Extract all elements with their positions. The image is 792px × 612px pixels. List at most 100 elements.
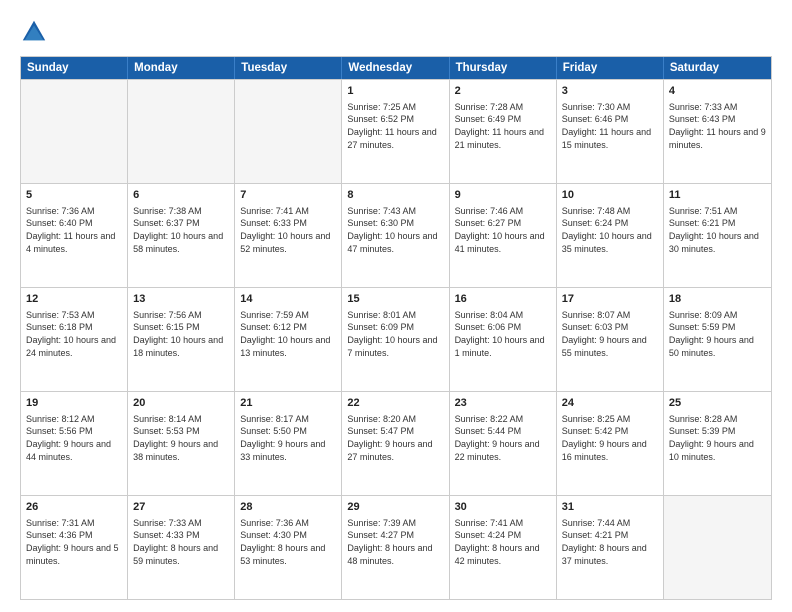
day-number: 3 [562,84,658,99]
calendar: SundayMondayTuesdayWednesdayThursdayFrid… [20,56,772,600]
cell-info: Sunrise: 7:36 AM Sunset: 6:40 PM Dayligh… [26,205,122,255]
cell-info: Sunrise: 7:33 AM Sunset: 6:43 PM Dayligh… [669,101,766,151]
day-number: 23 [455,396,551,411]
cal-cell: 21 Sunrise: 8:17 AM Sunset: 5:50 PM Dayli… [235,392,342,495]
day-number: 15 [347,292,443,307]
cell-info: Sunrise: 7:43 AM Sunset: 6:30 PM Dayligh… [347,205,443,255]
cell-info: Sunrise: 7:39 AM Sunset: 4:27 PM Dayligh… [347,517,443,567]
day-number: 30 [455,500,551,515]
cal-cell [21,80,128,183]
cal-cell: 2Sunrise: 7:28 AM Sunset: 6:49 PM Daylig… [450,80,557,183]
day-number: 29 [347,500,443,515]
cal-cell: 6Sunrise: 7:38 AM Sunset: 6:37 PM Daylig… [128,184,235,287]
cal-cell: 22Sunrise: 8:20 AM Sunset: 5:47 PM Dayli… [342,392,449,495]
cell-info: Sunrise: 7:33 AM Sunset: 4:33 PM Dayligh… [133,517,229,567]
day-number: 21 [240,396,336,411]
page: SundayMondayTuesdayWednesdayThursdayFrid… [0,0,792,612]
day-number: 4 [669,84,766,99]
cal-cell: 8Sunrise: 7:43 AM Sunset: 6:30 PM Daylig… [342,184,449,287]
cell-info: Sunrise: 8:28 AM Sunset: 5:39 PM Dayligh… [669,413,766,463]
cell-info: Sunrise: 8:17 AM Sunset: 5:50 PM Dayligh… [240,413,336,463]
cal-cell [235,80,342,183]
header [20,18,772,46]
cal-cell: 9 Sunrise: 7:46 AM Sunset: 6:27 PM Daylig… [450,184,557,287]
cell-info: Sunrise: 7:48 AM Sunset: 6:24 PM Dayligh… [562,205,658,255]
cal-cell: 10 Sunrise: 7:48 AM Sunset: 6:24 PM Dayli… [557,184,664,287]
cell-info: Sunrise: 8:01 AM Sunset: 6:09 PM Dayligh… [347,309,443,359]
cal-cell: 12Sunrise: 7:53 AM Sunset: 6:18 PM Dayli… [21,288,128,391]
header-day-wednesday: Wednesday [342,57,449,79]
cell-info: Sunrise: 7:25 AM Sunset: 6:52 PM Dayligh… [347,101,443,151]
cell-info: Sunrise: 7:51 AM Sunset: 6:21 PM Dayligh… [669,205,766,255]
week-row-4: 19 Sunrise: 8:12 AM Sunset: 5:56 PM Dayli… [21,391,771,495]
cal-cell: 7 Sunrise: 7:41 AM Sunset: 6:33 PM Daylig… [235,184,342,287]
cell-info: Sunrise: 7:46 AM Sunset: 6:27 PM Dayligh… [455,205,551,255]
cal-cell: 16 Sunrise: 8:04 AM Sunset: 6:06 PM Dayli… [450,288,557,391]
cal-cell: 24Sunrise: 8:25 AM Sunset: 5:42 PM Dayli… [557,392,664,495]
header-day-monday: Monday [128,57,235,79]
cell-info: Sunrise: 7:38 AM Sunset: 6:37 PM Dayligh… [133,205,229,255]
cell-info: Sunrise: 8:20 AM Sunset: 5:47 PM Dayligh… [347,413,443,463]
cal-cell: 15 Sunrise: 8:01 AM Sunset: 6:09 PM Dayli… [342,288,449,391]
header-day-sunday: Sunday [21,57,128,79]
cal-cell: 18 Sunrise: 8:09 AM Sunset: 5:59 PM Dayli… [664,288,771,391]
day-number: 27 [133,500,229,515]
cal-cell [664,496,771,599]
day-number: 7 [240,188,336,203]
cal-cell: 19 Sunrise: 8:12 AM Sunset: 5:56 PM Dayli… [21,392,128,495]
header-day-tuesday: Tuesday [235,57,342,79]
cal-cell: 13Sunrise: 7:56 AM Sunset: 6:15 PM Dayli… [128,288,235,391]
cal-cell: 26 Sunrise: 7:31 AM Sunset: 4:36 PM Dayli… [21,496,128,599]
day-number: 20 [133,396,229,411]
week-row-2: 5 Sunrise: 7:36 AM Sunset: 6:40 PM Daylig… [21,183,771,287]
day-number: 28 [240,500,336,515]
day-number: 17 [562,292,658,307]
cal-cell: 4 Sunrise: 7:33 AM Sunset: 6:43 PM Daylig… [664,80,771,183]
cell-info: Sunrise: 7:56 AM Sunset: 6:15 PM Dayligh… [133,309,229,359]
header-day-thursday: Thursday [450,57,557,79]
cell-info: Sunrise: 8:12 AM Sunset: 5:56 PM Dayligh… [26,413,122,463]
week-row-5: 26 Sunrise: 7:31 AM Sunset: 4:36 PM Dayli… [21,495,771,599]
cell-info: Sunrise: 8:09 AM Sunset: 5:59 PM Dayligh… [669,309,766,359]
logo [20,18,52,46]
day-number: 2 [455,84,551,99]
cal-cell: 11Sunrise: 7:51 AM Sunset: 6:21 PM Dayli… [664,184,771,287]
cal-cell: 31 Sunrise: 7:44 AM Sunset: 4:21 PM Dayli… [557,496,664,599]
cell-info: Sunrise: 7:53 AM Sunset: 6:18 PM Dayligh… [26,309,122,359]
calendar-header: SundayMondayTuesdayWednesdayThursdayFrid… [21,57,771,79]
day-number: 26 [26,500,122,515]
cal-cell: 14 Sunrise: 7:59 AM Sunset: 6:12 PM Dayli… [235,288,342,391]
day-number: 5 [26,188,122,203]
header-day-friday: Friday [557,57,664,79]
header-day-saturday: Saturday [664,57,771,79]
cal-cell: 20Sunrise: 8:14 AM Sunset: 5:53 PM Dayli… [128,392,235,495]
day-number: 16 [455,292,551,307]
cal-cell [128,80,235,183]
cell-info: Sunrise: 7:41 AM Sunset: 4:24 PM Dayligh… [455,517,551,567]
cal-cell: 28 Sunrise: 7:36 AM Sunset: 4:30 PM Dayli… [235,496,342,599]
cal-cell: 23 Sunrise: 8:22 AM Sunset: 5:44 PM Dayli… [450,392,557,495]
cell-info: Sunrise: 7:59 AM Sunset: 6:12 PM Dayligh… [240,309,336,359]
cell-info: Sunrise: 7:44 AM Sunset: 4:21 PM Dayligh… [562,517,658,567]
day-number: 19 [26,396,122,411]
day-number: 18 [669,292,766,307]
cell-info: Sunrise: 7:31 AM Sunset: 4:36 PM Dayligh… [26,517,122,567]
cell-info: Sunrise: 7:41 AM Sunset: 6:33 PM Dayligh… [240,205,336,255]
cal-cell: 25Sunrise: 8:28 AM Sunset: 5:39 PM Dayli… [664,392,771,495]
week-row-3: 12Sunrise: 7:53 AM Sunset: 6:18 PM Dayli… [21,287,771,391]
cell-info: Sunrise: 8:22 AM Sunset: 5:44 PM Dayligh… [455,413,551,463]
cell-info: Sunrise: 8:07 AM Sunset: 6:03 PM Dayligh… [562,309,658,359]
week-row-1: 1Sunrise: 7:25 AM Sunset: 6:52 PM Daylig… [21,79,771,183]
day-number: 14 [240,292,336,307]
day-number: 31 [562,500,658,515]
cal-cell: 17 Sunrise: 8:07 AM Sunset: 6:03 PM Dayli… [557,288,664,391]
cell-info: Sunrise: 7:30 AM Sunset: 6:46 PM Dayligh… [562,101,658,151]
cal-cell: 27 Sunrise: 7:33 AM Sunset: 4:33 PM Dayli… [128,496,235,599]
cell-info: Sunrise: 8:25 AM Sunset: 5:42 PM Dayligh… [562,413,658,463]
cell-info: Sunrise: 7:36 AM Sunset: 4:30 PM Dayligh… [240,517,336,567]
cal-cell: 3 Sunrise: 7:30 AM Sunset: 6:46 PM Daylig… [557,80,664,183]
day-number: 9 [455,188,551,203]
cell-info: Sunrise: 8:04 AM Sunset: 6:06 PM Dayligh… [455,309,551,359]
day-number: 10 [562,188,658,203]
cal-cell: 29 Sunrise: 7:39 AM Sunset: 4:27 PM Dayli… [342,496,449,599]
